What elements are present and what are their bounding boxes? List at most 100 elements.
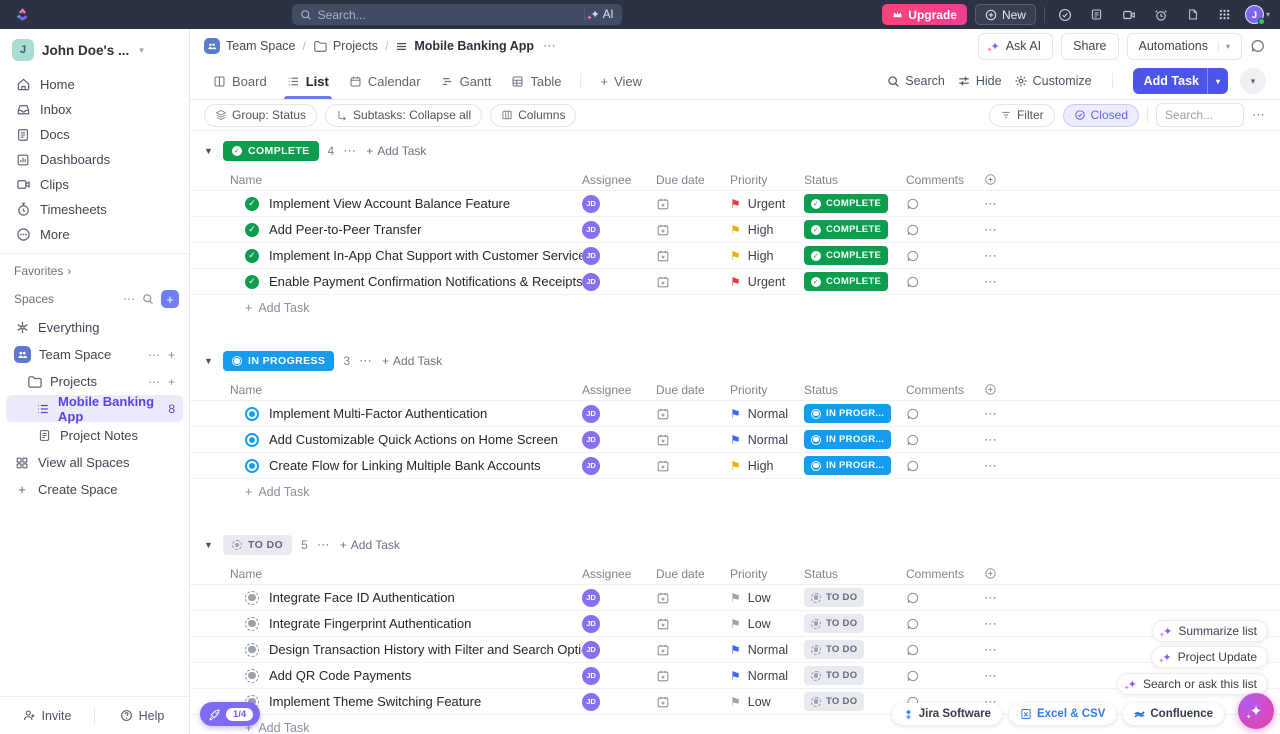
priority-cell[interactable]: ⚑Urgent: [730, 197, 804, 211]
sidebar-item-projects-folder[interactable]: Projects ⋯+: [6, 368, 183, 395]
task-status-icon[interactable]: [245, 433, 259, 447]
tab-board[interactable]: Board: [204, 63, 276, 99]
assignee-avatar[interactable]: JD: [582, 589, 600, 607]
add-view-button[interactable]: + View: [591, 63, 651, 99]
onboarding-progress-pill[interactable]: 1/4: [200, 702, 260, 726]
tab-table[interactable]: Table: [502, 63, 570, 99]
column-header-name[interactable]: Name: [230, 173, 582, 187]
collapse-header-button[interactable]: ▾: [1240, 68, 1266, 94]
tab-calendar[interactable]: Calendar: [340, 63, 430, 99]
task-status-icon[interactable]: [245, 249, 259, 263]
column-header-due-date[interactable]: Due date: [656, 173, 730, 187]
task-row[interactable]: Design Transaction History with Filter a…: [190, 637, 1280, 663]
customize-button[interactable]: Customize: [1014, 74, 1092, 88]
group-add-task-button[interactable]: +Add Task: [382, 354, 442, 368]
task-status-icon[interactable]: [245, 591, 259, 605]
sidebar-item-mobile-banking-app[interactable]: Mobile Banking App 8: [6, 395, 183, 422]
project-update-button[interactable]: ✦✦ Project Update: [1151, 646, 1268, 668]
confluence-button[interactable]: Confluence: [1123, 703, 1224, 725]
assignee-avatar[interactable]: JD: [582, 195, 600, 213]
global-search-input[interactable]: [318, 8, 578, 22]
user-avatar[interactable]: J: [1245, 5, 1264, 24]
assignee-avatar[interactable]: JD: [582, 405, 600, 423]
due-date-cell[interactable]: [656, 407, 730, 421]
group-add-task-button[interactable]: +Add Task: [366, 144, 426, 158]
sidebar-item-team-space[interactable]: Team Space ⋯+: [6, 341, 183, 368]
comments-cell[interactable]: [906, 433, 984, 447]
task-status-icon[interactable]: [245, 407, 259, 421]
status-cell[interactable]: IN PROGR...: [804, 430, 906, 449]
group-status-badge[interactable]: TO DO: [223, 535, 292, 555]
favorites-section[interactable]: Favorites ›: [0, 254, 189, 280]
assignee-avatar[interactable]: JD: [582, 431, 600, 449]
status-cell[interactable]: TO DO: [804, 666, 906, 685]
status-badge[interactable]: TO DO: [804, 666, 864, 685]
task-name-cell[interactable]: Implement In-App Chat Support with Custo…: [230, 248, 582, 263]
comments-cell[interactable]: [906, 459, 984, 473]
task-name-cell[interactable]: Integrate Face ID Authentication: [230, 590, 582, 605]
assignee-cell[interactable]: JD: [582, 247, 656, 265]
task-row[interactable]: Create Flow for Linking Multiple Bank Ac…: [190, 453, 1280, 479]
priority-cell[interactable]: ⚑Low: [730, 591, 804, 605]
priority-cell[interactable]: ⚑Normal: [730, 407, 804, 421]
assignee-avatar[interactable]: JD: [582, 247, 600, 265]
assignee-avatar[interactable]: JD: [582, 221, 600, 239]
columns-chip[interactable]: Columns: [490, 104, 576, 127]
status-cell[interactable]: TO DO: [804, 588, 906, 607]
task-name-cell[interactable]: Implement View Account Balance Feature: [230, 196, 582, 211]
sidebar-item-project-notes[interactable]: Project Notes: [6, 422, 183, 449]
help-button[interactable]: Help: [95, 709, 189, 723]
summarize-list-button[interactable]: ✦✦ Summarize list: [1152, 620, 1268, 642]
status-badge[interactable]: TO DO: [804, 640, 864, 659]
priority-cell[interactable]: ⚑Low: [730, 695, 804, 709]
priority-cell[interactable]: ⚑Urgent: [730, 275, 804, 289]
task-menu-button[interactable]: ⋯: [984, 196, 1014, 212]
user-menu[interactable]: J ▾: [1245, 5, 1270, 24]
due-date-cell[interactable]: [656, 591, 730, 605]
priority-cell[interactable]: ⚑High: [730, 459, 804, 473]
task-row[interactable]: Enable Payment Confirmation Notification…: [190, 269, 1280, 295]
group-menu-button[interactable]: ⋯: [317, 537, 331, 553]
add-task-button[interactable]: +Add Task: [190, 479, 1280, 505]
task-menu-button[interactable]: ⋯: [984, 222, 1014, 238]
sidebar-item-create-space[interactable]: + Create Space: [6, 476, 183, 503]
subtasks-chip[interactable]: Subtasks: Collapse all: [325, 104, 482, 127]
breadcrumb-menu-button[interactable]: ⋯: [543, 38, 557, 54]
column-header-status[interactable]: Status: [804, 383, 906, 397]
comments-cell[interactable]: [906, 197, 984, 211]
doc-icon[interactable]: [1181, 4, 1205, 25]
task-menu-button[interactable]: ⋯: [984, 590, 1014, 606]
due-date-cell[interactable]: [656, 643, 730, 657]
status-cell[interactable]: TO DO: [804, 692, 906, 711]
add-task-dropdown[interactable]: ▾: [1207, 68, 1228, 94]
task-menu-button[interactable]: ⋯: [984, 642, 1014, 658]
chevron-down-icon[interactable]: ▾: [1218, 42, 1230, 51]
task-menu-button[interactable]: ⋯: [984, 668, 1014, 684]
status-badge[interactable]: IN PROGR...: [804, 404, 891, 423]
task-menu-button[interactable]: ⋯: [984, 274, 1014, 290]
assignee-cell[interactable]: JD: [582, 641, 656, 659]
search-or-ask-button[interactable]: ✦✦ Search or ask this list: [1117, 673, 1268, 695]
task-name-cell[interactable]: Add Customizable Quick Actions on Home S…: [230, 432, 582, 447]
group-add-task-button[interactable]: +Add Task: [340, 538, 400, 552]
tab-gantt[interactable]: Gantt: [432, 63, 501, 99]
add-column-button[interactable]: [984, 567, 1014, 580]
task-row[interactable]: Implement View Account Balance Feature J…: [190, 191, 1280, 217]
assignee-avatar[interactable]: JD: [582, 641, 600, 659]
due-date-cell[interactable]: [656, 669, 730, 683]
status-badge[interactable]: COMPLETE: [804, 246, 888, 265]
task-menu-button[interactable]: ⋯: [984, 248, 1014, 264]
assignee-avatar[interactable]: JD: [582, 667, 600, 685]
sidebar-item-timesheets[interactable]: Timesheets: [8, 197, 181, 222]
task-status-icon[interactable]: [245, 617, 259, 631]
comments-cell[interactable]: [906, 591, 984, 605]
spaces-search-icon[interactable]: [142, 293, 154, 305]
task-name-cell[interactable]: Design Transaction History with Filter a…: [230, 642, 582, 657]
priority-cell[interactable]: ⚑Low: [730, 617, 804, 631]
due-date-cell[interactable]: [656, 617, 730, 631]
status-cell[interactable]: COMPLETE: [804, 220, 906, 239]
status-badge[interactable]: TO DO: [804, 614, 864, 633]
task-name-cell[interactable]: Enable Payment Confirmation Notification…: [230, 274, 582, 289]
workspace-switcher[interactable]: J John Doe's ... ▾: [0, 29, 189, 70]
clips-video-icon[interactable]: [1117, 4, 1141, 25]
